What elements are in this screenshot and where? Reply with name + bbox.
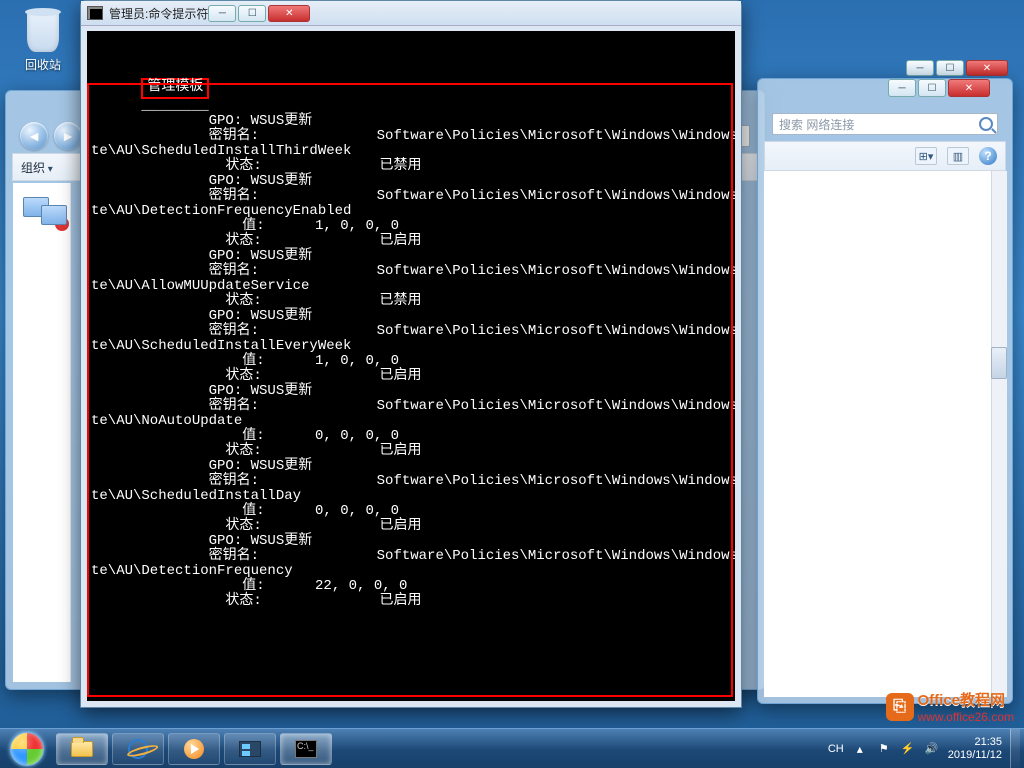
taskbar: C:\_ CH ▴ ⚑ ⚡ 🔊 21:35 2019/11/12	[0, 728, 1024, 768]
media-player-icon	[184, 739, 204, 759]
console-output[interactable]: 管理模板 ________ GPO: WSUS更新 密钥名: Software\…	[87, 31, 735, 701]
close-button[interactable]: ✕	[966, 60, 1008, 76]
nav-bar: 搜索 网络连接	[764, 107, 1006, 141]
view-button[interactable]: ⊞▾	[915, 147, 937, 165]
recycle-bin-label: 回收站	[12, 56, 74, 73]
power-icon[interactable]: ⚡	[900, 741, 916, 757]
taskbar-cmd[interactable]: C:\_	[280, 733, 332, 765]
system-tray: CH ▴ ⚑ ⚡ 🔊 21:35 2019/11/12	[828, 729, 1024, 768]
cmd-icon	[87, 6, 103, 20]
titlebar[interactable]: ─ ☐ ✕	[758, 79, 1012, 107]
close-button[interactable]: ✕	[948, 79, 990, 97]
clock-time: 21:35	[948, 736, 1002, 749]
command-prompt-window: 管理员: 命令提示符 ─ ☐ ✕ 管理模板 ________ GPO: WSUS…	[80, 0, 742, 708]
close-button[interactable]: ✕	[268, 5, 310, 22]
back-button[interactable]: ◄	[20, 122, 48, 150]
recycle-bin-icon	[19, 6, 67, 54]
maximize-button[interactable]: ☐	[918, 79, 946, 97]
titlebar[interactable]: 管理员: 命令提示符 ─ ☐ ✕	[81, 1, 741, 26]
start-button[interactable]	[0, 729, 54, 768]
search-input[interactable]: 搜索 网络连接	[772, 113, 998, 135]
title-prefix: 管理员:	[109, 5, 148, 22]
forward-button[interactable]: ►	[54, 122, 82, 150]
network-adapter-icon[interactable]: ✕	[23, 193, 71, 233]
search-placeholder: 搜索 网络连接	[779, 116, 854, 133]
help-button[interactable]: ?	[979, 147, 997, 165]
clock[interactable]: 21:35 2019/11/12	[948, 736, 1002, 762]
clock-date: 2019/11/12	[948, 749, 1002, 762]
content-pane: ✕	[13, 183, 71, 682]
preview-pane-button[interactable]: ▥	[947, 147, 969, 165]
folder-icon	[71, 741, 93, 757]
windows-orb-icon	[10, 732, 44, 766]
view-icon: ⊞	[919, 150, 928, 163]
show-desktop-button[interactable]	[1010, 729, 1020, 768]
maximize-button[interactable]: ☐	[936, 60, 964, 76]
ie-icon	[126, 736, 150, 760]
minimize-button[interactable]: ─	[888, 79, 916, 97]
minimize-button[interactable]: ─	[906, 60, 934, 76]
maximize-button[interactable]: ☐	[238, 5, 266, 22]
command-bar: ⊞▾ ▥ ?	[764, 141, 1006, 171]
tray-overflow-button[interactable]: ▴	[852, 741, 868, 757]
highlight-box-header: 管理模板	[141, 78, 209, 99]
minimize-button[interactable]: ─	[208, 5, 236, 22]
content-pane[interactable]	[764, 171, 1006, 697]
taskbar-app[interactable]	[224, 733, 276, 765]
disabled-overlay-icon: ✕	[55, 217, 69, 231]
scrollbar-track[interactable]	[991, 171, 1007, 697]
cmd-icon: C:\_	[295, 740, 317, 758]
taskbar-ie[interactable]	[112, 733, 164, 765]
recycle-bin[interactable]: 回收站	[12, 6, 74, 73]
background-window-controls: ─ ☐ ✕	[906, 60, 1016, 80]
ime-indicator[interactable]: CH	[828, 743, 844, 755]
scrollbar-thumb[interactable]	[991, 347, 1007, 379]
action-center-icon[interactable]: ⚑	[876, 741, 892, 757]
app-icon	[239, 741, 261, 757]
search-icon	[979, 117, 993, 131]
taskbar-explorer[interactable]	[56, 733, 108, 765]
title-text: 命令提示符	[148, 5, 208, 22]
organize-menu[interactable]: 组织	[21, 159, 53, 176]
explorer-window-front: ─ ☐ ✕ 搜索 网络连接 ⊞▾ ▥ ?	[757, 78, 1013, 704]
volume-icon[interactable]: 🔊	[924, 741, 940, 757]
watermark-url: www.office26.com	[918, 710, 1015, 724]
taskbar-media-player[interactable]	[168, 733, 220, 765]
